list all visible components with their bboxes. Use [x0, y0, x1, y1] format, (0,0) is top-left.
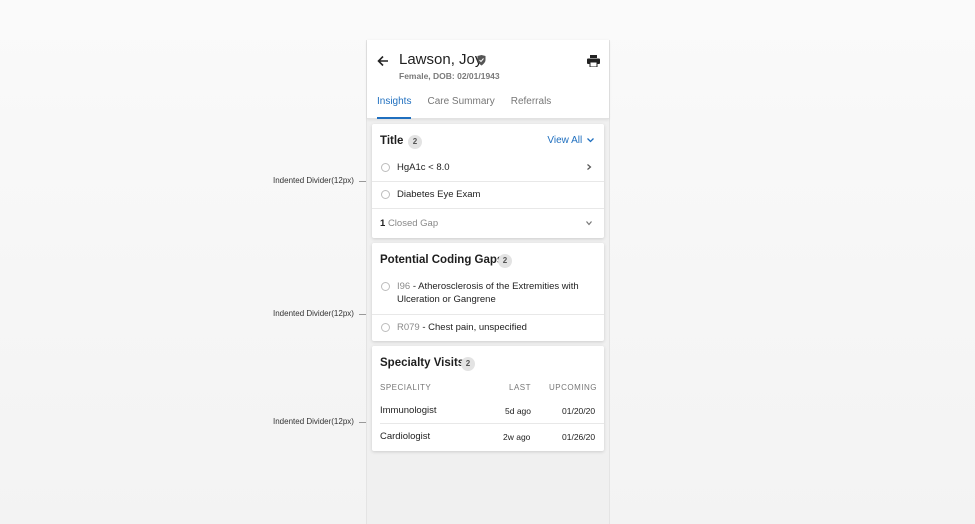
icd-code: R079	[397, 322, 420, 333]
annotation-label: Indented Divider(12px)	[273, 176, 354, 185]
upcoming-visit-cell: 01/26/20	[562, 432, 596, 442]
specialty-visits-card: Specialty Visits 2 SPECIALITY LAST UPCOM…	[372, 346, 604, 451]
care-gaps-card: Title 2 View All HgA1c < 8.0 Diabetes Ey…	[372, 124, 604, 238]
column-header-upcoming: UPCOMING	[549, 383, 597, 392]
chevron-down-icon	[586, 221, 592, 226]
gap-item-label: HgA1c < 8.0	[397, 162, 450, 173]
annotation-label: Indented Divider(12px)	[273, 309, 354, 318]
radio-button[interactable]	[381, 190, 390, 199]
patient-demographics: Female, DOB: 02/01/1943	[399, 71, 500, 81]
radio-button[interactable]	[381, 323, 390, 332]
tab-bar: Insights Care Summary Referrals	[377, 96, 567, 119]
mobile-screen: Lawson, Joy Female, DOB: 02/01/1943 Insi…	[366, 40, 610, 524]
card-title: Potential Coding Gaps	[380, 254, 504, 266]
column-header-speciality: SPECIALITY	[380, 383, 432, 392]
count-badge: 2	[408, 135, 422, 149]
column-header-last: LAST	[509, 383, 532, 392]
coding-gap-item[interactable]: R079 - Chest pain, unspecified	[372, 314, 604, 341]
coding-gaps-card: Potential Coding Gaps 2 I96 - Atheroscle…	[372, 243, 604, 341]
coding-gap-item[interactable]: I96 - Atherosclerosis of the Extremities…	[372, 275, 604, 314]
card-title: Specialty Visits	[380, 357, 465, 369]
shield-icon	[477, 55, 486, 66]
patient-header: Lawson, Joy Female, DOB: 02/01/1943 Insi…	[367, 40, 609, 119]
icd-description: - Chest pain, unspecified	[422, 322, 527, 333]
table-row[interactable]: Cardiologist 2w ago 01/26/20	[372, 423, 604, 450]
gap-item-label: Diabetes Eye Exam	[397, 189, 481, 200]
closed-gap-count: 1	[380, 218, 386, 229]
arrow-left-icon[interactable]	[376, 54, 390, 68]
gap-item[interactable]: HgA1c < 8.0	[372, 154, 604, 181]
upcoming-visit-cell: 01/20/20	[562, 406, 596, 416]
radio-button[interactable]	[381, 163, 390, 172]
icd-description: - Atherosclerosis of the Extremities wit…	[397, 281, 579, 305]
closed-gap-summary: 1 Closed Gap	[380, 218, 438, 229]
table-row[interactable]: Immunologist 5d ago 01/20/20	[372, 397, 604, 423]
coding-gap-text: I96 - Atherosclerosis of the Extremities…	[397, 280, 597, 306]
speciality-cell: Immunologist	[380, 405, 437, 416]
card-title: Title	[380, 135, 404, 147]
closed-gap-label: Closed Gap	[387, 218, 439, 229]
last-visit-cell: 2w ago	[503, 432, 531, 442]
tab-insights[interactable]: Insights	[377, 96, 412, 119]
count-badge: 2	[461, 357, 475, 371]
last-visit-cell: 5d ago	[505, 406, 531, 416]
tab-referrals[interactable]: Referrals	[511, 96, 552, 119]
view-all-label: View All	[547, 135, 583, 146]
view-all-button[interactable]: View All	[547, 135, 594, 146]
printer-icon[interactable]	[587, 55, 600, 67]
patient-name: Lawson, Joy	[399, 51, 483, 68]
annotation-label: Indented Divider(12px)	[273, 417, 354, 426]
radio-button[interactable]	[381, 282, 390, 291]
chevron-right-icon	[587, 164, 592, 170]
speciality-cell: Cardiologist	[380, 431, 431, 442]
coding-gap-text: R079 - Chest pain, unspecified	[397, 321, 527, 334]
count-badge: 2	[498, 254, 512, 268]
chevron-down-icon	[587, 138, 594, 143]
tab-care-summary[interactable]: Care Summary	[427, 96, 494, 119]
gap-item[interactable]: Diabetes Eye Exam	[372, 181, 604, 208]
closed-gaps-toggle[interactable]: 1 Closed Gap	[372, 208, 604, 238]
icd-code: I96	[397, 281, 411, 292]
